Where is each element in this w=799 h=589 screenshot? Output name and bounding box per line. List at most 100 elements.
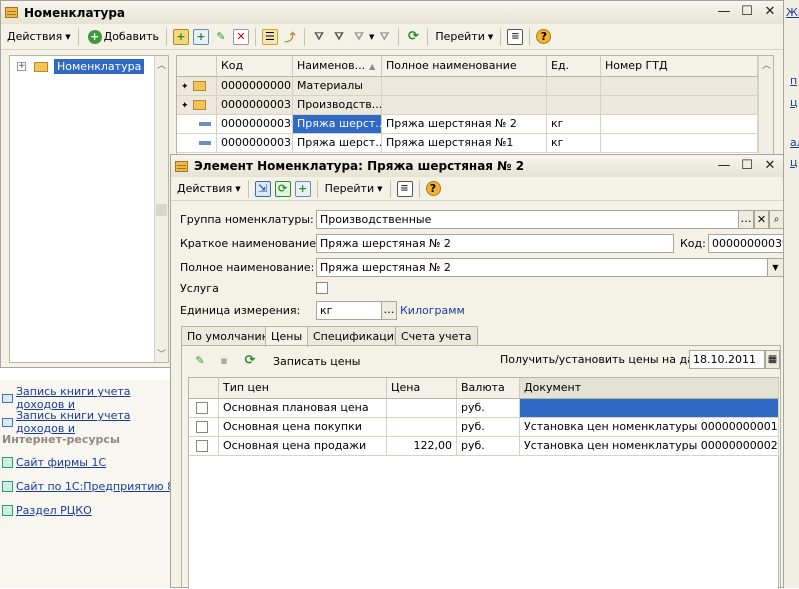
goto-menu[interactable]: Перейти ▼ [432,27,496,47]
code-field[interactable]: 00000000039 [708,234,784,253]
goto-label: Перейти [324,182,375,195]
search-icon[interactable]: ⌕ [769,210,784,229]
web-link-icon [2,457,13,468]
date-field[interactable]: 18.10.2011 [689,350,765,369]
service-checkbox[interactable] [316,282,328,294]
scroll-down-icon[interactable]: ﹀ [157,347,166,360]
tab-prices[interactable]: Цены [265,326,309,347]
col-header-fullname[interactable]: Полное наименование [382,56,547,77]
unit-field[interactable]: кг [316,301,382,320]
unit-select-button[interactable]: … [381,301,397,320]
tree-expand-icon[interactable]: + [17,62,26,71]
write-prices-button[interactable]: Записать цены [273,355,360,368]
refresh-icon[interactable]: ⟳ [405,29,421,45]
actions-label: Действия [7,30,63,43]
copy-icon[interactable]: + [192,28,209,45]
col-header-currency[interactable]: Валюта [457,378,520,399]
select-button[interactable]: … [738,210,754,229]
row-checkbox[interactable] [196,402,208,414]
tab-specifications[interactable]: Спецификации [307,326,407,346]
col-header-code[interactable]: Код [217,56,293,77]
refresh-icon[interactable]: ⟳ [242,352,258,368]
element-toolbar: Действия ▼ ⇲ ⟳ + Перейти ▼ ≡ ? [171,177,783,201]
reread-icon[interactable]: ⟳ [274,180,291,197]
copy-element-icon[interactable]: + [294,180,311,197]
service-label: Услуга [180,282,219,295]
close-button[interactable]: ✕ [763,158,777,173]
clear-icon[interactable]: ✕ [754,210,769,229]
save-icon[interactable]: ▪ [216,352,232,368]
scroll-thumb[interactable] [156,204,167,216]
tree-root-item[interactable]: Номенклатура [54,59,145,74]
list-settings-icon[interactable]: ≡ [507,28,524,45]
col-header-price[interactable]: Цена [387,378,457,399]
rcko-link[interactable]: Раздел РЦКО [16,504,92,517]
nomenclature-titlebar: Номенклатура — ☐ ✕ [1,1,783,24]
1c-site-link[interactable]: Сайт по 1С:Предприятию 8 [16,480,174,493]
close-button[interactable]: ✕ [763,4,777,19]
tab-accounts[interactable]: Счета учета [395,326,478,346]
cell-price-type: Основная цена продажи [219,437,387,456]
doc-link-icon [2,393,13,403]
hierarchy-icon[interactable]: ☰ [261,28,278,45]
edit-icon[interactable]: ✎ [192,352,208,368]
book-entry-link[interactable]: Запись книги учета доходов и [16,409,175,435]
filter-off-icon[interactable]: ⛛ [376,29,392,45]
right-edge-text: ц [790,96,798,109]
help-icon[interactable]: ? [425,181,441,196]
scroll-up-icon[interactable]: ︿ [762,58,771,71]
save-icon[interactable]: ⇲ [254,180,271,197]
maximize-button[interactable]: ☐ [740,158,754,173]
add-button[interactable]: + Добавить [83,27,162,47]
element-goto-menu[interactable]: Перейти ▼ [322,179,386,199]
scroll-up-icon[interactable]: ︿ [157,58,166,71]
tab-default[interactable]: По умолчанию [181,326,277,346]
filter-history-icon[interactable]: ⛛ [351,29,367,45]
group-field[interactable]: Производственные [316,210,739,229]
link-1c-site[interactable]: Сайт по 1С:Предприятию 8 [0,480,174,493]
cell-gtd [601,77,758,96]
link-entry-2[interactable]: Запись книги учета доходов и [0,409,175,435]
short-name-field[interactable]: Пряжа шерстяная № 2 [316,234,674,253]
col-header-name[interactable]: Наименов... ▲ [293,56,382,77]
book-entry-link[interactable]: Запись книги учета доходов и [16,385,175,411]
unit-name-link[interactable]: Килограмм [400,304,465,317]
level-up-icon[interactable]: ⤴ [282,29,298,45]
element-actions-menu[interactable]: Действия ▼ [174,179,244,199]
tree-scrollbar[interactable]: ︿ ﹀ [154,56,168,362]
edit-icon[interactable]: ✎ [213,29,229,45]
help-icon[interactable]: ? [536,29,552,44]
link-rcko[interactable]: Раздел РЦКО [0,504,92,517]
delete-icon[interactable]: ✕ [232,28,249,45]
cell-unit [547,77,601,96]
maximize-button[interactable]: ☐ [740,4,754,19]
tab-strip: По умолчанию Цены Спецификации Счета уче… [181,326,781,347]
minimize-button[interactable]: — [717,4,731,19]
dropdown-button[interactable]: ▼ [767,258,784,277]
main-toolbar: Действия ▼ + Добавить + + ✎ ✕ ☰ ⤴ ⛛ ⛛ ⛛ ▼ ⛛… [1,24,783,50]
row-checkbox[interactable] [196,440,208,452]
full-name-field[interactable]: Пряжа шерстяная № 2 [316,258,768,277]
minimize-button[interactable]: — [717,158,731,173]
col-header-gtd[interactable]: Номер ГТД [601,56,758,77]
table-scrollbar[interactable]: ︿ [758,56,773,154]
cell-code: 00000000039 [217,115,293,134]
col-header-price-type[interactable]: Тип цен [219,378,387,399]
cell-unit: кг [547,115,601,134]
list-settings-icon[interactable]: ≡ [396,180,413,197]
firm-site-link[interactable]: Сайт фирмы 1С [16,456,106,469]
filter-value-icon[interactable]: ⛛ [331,29,347,45]
filter-icon[interactable]: ⛛ [311,29,327,45]
link-firm-site[interactable]: Сайт фирмы 1С [0,456,106,469]
link-entry-1[interactable]: Запись книги учета доходов и [0,385,175,411]
actions-menu[interactable]: Действия ▼ [4,27,74,47]
col-header-document[interactable]: Документ [520,378,779,399]
add-group-icon[interactable]: + [172,28,189,45]
row-checkbox[interactable] [196,421,208,433]
code-label: Код: [680,237,706,250]
calendar-icon[interactable]: ▦ [765,350,780,369]
prices-tab-panel: ✎ ▪ ⟳ Записать цены Получить/установить … [181,345,781,589]
unit-label: Единица измерения: [180,304,301,317]
col-header-unit[interactable]: Ед. [547,56,601,77]
group-tree[interactable]: + Номенклатура ︿ ﹀ [9,55,169,363]
